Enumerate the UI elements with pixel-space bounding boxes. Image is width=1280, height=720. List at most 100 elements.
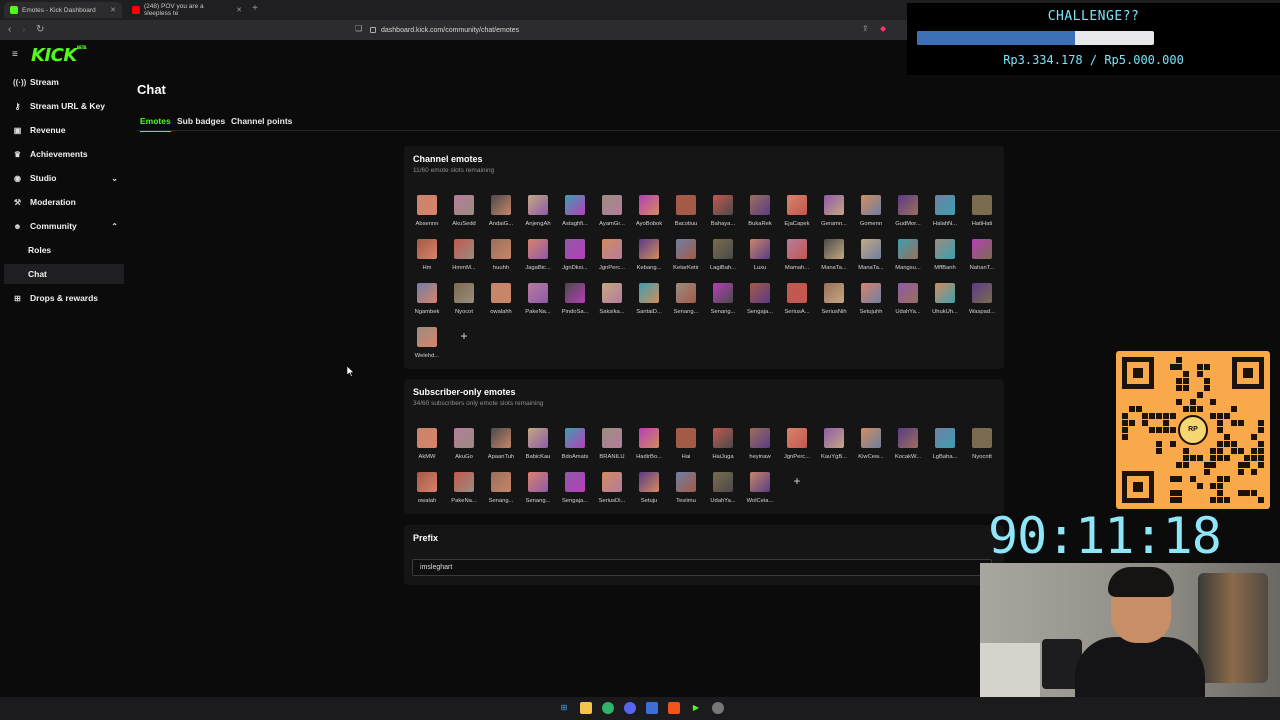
- emote-item[interactable]: Mangsu...: [891, 239, 925, 281]
- close-tab-icon[interactable]: ✕: [236, 6, 242, 14]
- emote-item[interactable]: BukaRek: [743, 195, 777, 237]
- emote-item[interactable]: AkMW: [410, 428, 444, 470]
- share-icon[interactable]: ⇪: [862, 24, 869, 33]
- emote-item[interactable]: Bahaya...: [706, 195, 740, 237]
- emote-item[interactable]: Gomenn: [854, 195, 888, 237]
- emote-item[interactable]: Nyocot: [447, 283, 481, 325]
- emote-item[interactable]: heyinaw: [743, 428, 777, 470]
- emote-item[interactable]: Geramn...: [817, 195, 851, 237]
- emote-item[interactable]: Setujuhh: [854, 283, 888, 325]
- site-info-icon[interactable]: [370, 27, 376, 33]
- emote-item[interactable]: SeriusDi...: [595, 472, 629, 514]
- emote-item[interactable]: HadirBo...: [632, 428, 666, 470]
- emote-item[interactable]: Hai: [669, 428, 703, 470]
- emote-item[interactable]: NahanT...: [965, 239, 999, 281]
- tab-sub-badges[interactable]: Sub badges: [177, 116, 225, 126]
- tab-channel-points[interactable]: Channel points: [231, 116, 292, 126]
- emote-item[interactable]: KauYgB...: [817, 428, 851, 470]
- emote-item[interactable]: AnjengAh: [521, 195, 555, 237]
- reload-icon[interactable]: ↻: [36, 24, 44, 35]
- forward-icon[interactable]: ›: [22, 24, 25, 35]
- emote-item[interactable]: HmmM...: [447, 239, 481, 281]
- emote-item[interactable]: WolCeia...: [743, 472, 777, 514]
- emote-item[interactable]: HatiHati: [965, 195, 999, 237]
- emote-item[interactable]: ManaTa...: [854, 239, 888, 281]
- emote-item[interactable]: UdahYa...: [706, 472, 740, 514]
- file-explorer-icon[interactable]: [580, 702, 592, 714]
- emote-item[interactable]: LgBaha...: [928, 428, 962, 470]
- emote-item[interactable]: Nyocott: [965, 428, 999, 470]
- add-emote-button[interactable]: +: [789, 474, 805, 490]
- bookmark-icon[interactable]: ❏: [355, 24, 362, 33]
- emote-item[interactable]: Bacotiuu: [669, 195, 703, 237]
- emote-item[interactable]: ApaanTuh: [484, 428, 518, 470]
- discord-icon[interactable]: [624, 702, 636, 714]
- emote-item[interactable]: Luxu: [743, 239, 777, 281]
- url-field[interactable]: dashboard.kick.com/community/chat/emotes: [370, 23, 910, 37]
- emote-item[interactable]: Mamah...: [780, 239, 814, 281]
- emote-item[interactable]: Senang...: [484, 472, 518, 514]
- emote-item[interactable]: Senang...: [521, 472, 555, 514]
- emote-item[interactable]: KocakW...: [891, 428, 925, 470]
- emote-item[interactable]: Kebang...: [632, 239, 666, 281]
- emote-item[interactable]: Waspad...: [965, 283, 999, 325]
- emote-item[interactable]: KiwCew...: [854, 428, 888, 470]
- emote-item[interactable]: ManaTa...: [817, 239, 851, 281]
- emote-item[interactable]: AkuSedd: [447, 195, 481, 237]
- settings-icon[interactable]: [712, 702, 724, 714]
- obs-icon[interactable]: [646, 702, 658, 714]
- emote-item[interactable]: Senang...: [706, 283, 740, 325]
- emote-item[interactable]: Tesiimu: [669, 472, 703, 514]
- emote-item[interactable]: AyoBobok: [632, 195, 666, 237]
- emote-item[interactable]: huuhh: [484, 239, 518, 281]
- emote-item[interactable]: Sengaja...: [558, 472, 592, 514]
- emote-item[interactable]: Senang...: [669, 283, 703, 325]
- emote-item[interactable]: MffBanh: [928, 239, 962, 281]
- kick-app-icon[interactable]: ▶: [690, 702, 702, 714]
- emote-item[interactable]: HalahN...: [928, 195, 962, 237]
- browser-tab-emotes[interactable]: Emotes - Kick Dashboard ✕: [4, 2, 122, 18]
- sidebar-item-achievements[interactable]: ♛ Achievements: [8, 144, 124, 164]
- emote-item[interactable]: Absennn: [410, 195, 444, 237]
- add-emote-button[interactable]: +: [456, 329, 472, 345]
- kick-logo[interactable]: KICKBETA: [31, 45, 87, 66]
- emote-item[interactable]: Saksika...: [595, 283, 629, 325]
- emote-item[interactable]: Setuju: [632, 472, 666, 514]
- emote-item[interactable]: JgnDksi...: [558, 239, 592, 281]
- menu-icon[interactable]: ≡: [12, 50, 21, 60]
- emote-item[interactable]: PakeNa...: [521, 283, 555, 325]
- windows-start-icon[interactable]: ⊞: [558, 702, 570, 714]
- emote-item[interactable]: BdoAmats: [558, 428, 592, 470]
- emote-item[interactable]: SeriusNih: [817, 283, 851, 325]
- emote-item[interactable]: Astaghfi...: [558, 195, 592, 237]
- edge-icon[interactable]: [602, 702, 614, 714]
- sidebar-item-roles[interactable]: Roles: [4, 240, 124, 260]
- emote-item[interactable]: PakeNa...: [447, 472, 481, 514]
- sidebar-item-studio[interactable]: ◉ Studio ⌄: [8, 168, 124, 188]
- emote-item[interactable]: UhukUh...: [928, 283, 962, 325]
- tab-emotes[interactable]: Emotes: [140, 116, 171, 132]
- emote-item[interactable]: BRANILU: [595, 428, 629, 470]
- emote-item[interactable]: JagaBic...: [521, 239, 555, 281]
- back-icon[interactable]: ‹: [8, 24, 11, 35]
- emote-item[interactable]: GudMor...: [891, 195, 925, 237]
- sidebar-item-moderation[interactable]: ⚒ Moderation: [8, 192, 124, 212]
- emote-item[interactable]: AyamGr...: [595, 195, 629, 237]
- emote-item[interactable]: JgnPerc...: [595, 239, 629, 281]
- emote-item[interactable]: SantaiD...: [632, 283, 666, 325]
- brave-icon[interactable]: [668, 702, 680, 714]
- sidebar-item-community[interactable]: ☻ Community ⌃: [8, 216, 124, 236]
- emote-item[interactable]: HaiJuga: [706, 428, 740, 470]
- emote-item[interactable]: Ngambek: [410, 283, 444, 325]
- emote-item[interactable]: KetarKetir: [669, 239, 703, 281]
- emote-item[interactable]: SeriusA...: [780, 283, 814, 325]
- emote-item[interactable]: BabicKau: [521, 428, 555, 470]
- emote-item[interactable]: JgnPerc...: [780, 428, 814, 470]
- close-tab-icon[interactable]: ✕: [110, 6, 116, 14]
- sidebar-item-revenue[interactable]: ▣ Revenue: [8, 120, 124, 140]
- prefix-input[interactable]: imsleghart: [412, 559, 992, 576]
- emote-item[interactable]: owalah: [410, 472, 444, 514]
- brave-shield-icon[interactable]: ◆: [880, 24, 886, 33]
- sidebar-item-drops-rewards[interactable]: ⊞ Drops & rewards: [8, 288, 124, 308]
- emote-item[interactable]: owalahh: [484, 283, 518, 325]
